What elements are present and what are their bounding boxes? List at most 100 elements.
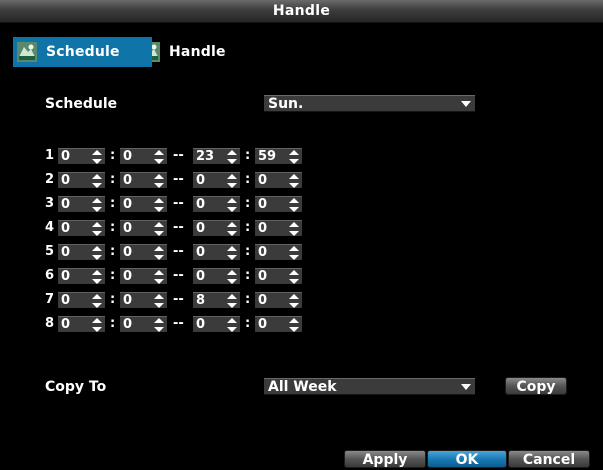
schedule-day-value: Sun. (268, 96, 304, 112)
chevron-down-icon[interactable] (461, 101, 471, 107)
start-hour-spinner[interactable]: 0 (58, 292, 105, 308)
spinner-value: 0 (258, 173, 268, 188)
up-down-arrow-icon[interactable] (227, 246, 237, 260)
time-separator: : (245, 316, 251, 331)
end-hour-spinner[interactable]: 0 (193, 220, 240, 236)
up-down-arrow-icon[interactable] (154, 270, 164, 284)
up-down-arrow-icon[interactable] (227, 174, 237, 188)
end-hour-spinner[interactable]: 0 (193, 172, 240, 188)
end-minute-spinner[interactable]: 0 (255, 316, 302, 332)
chevron-down-icon[interactable] (461, 384, 471, 390)
up-down-arrow-icon[interactable] (92, 174, 102, 188)
time-period-row: 8 0 0 0 0: --: (0, 316, 603, 332)
start-minute-spinner[interactable]: 0 (120, 172, 167, 188)
up-down-arrow-icon[interactable] (92, 246, 102, 260)
end-minute-spinner[interactable]: 0 (255, 292, 302, 308)
start-minute-spinner[interactable]: 0 (120, 244, 167, 260)
up-down-arrow-icon[interactable] (92, 222, 102, 236)
start-hour-spinner[interactable]: 0 (58, 148, 105, 164)
ok-button[interactable]: OK (427, 450, 507, 468)
end-hour-spinner[interactable]: 23 (193, 148, 240, 164)
up-down-arrow-icon[interactable] (289, 246, 299, 260)
end-minute-spinner[interactable]: 0 (255, 268, 302, 284)
range-separator: -- (173, 172, 184, 187)
row-index: 3 (45, 196, 55, 211)
start-minute-spinner[interactable]: 0 (120, 196, 167, 212)
end-minute-spinner[interactable]: 0 (255, 172, 302, 188)
time-separator: : (110, 220, 116, 235)
start-hour-spinner[interactable]: 0 (58, 268, 105, 284)
start-minute-spinner[interactable]: 0 (120, 268, 167, 284)
spinner-value: 0 (196, 269, 206, 284)
up-down-arrow-icon[interactable] (227, 318, 237, 332)
up-down-arrow-icon[interactable] (289, 174, 299, 188)
copy-button[interactable]: Copy (505, 377, 567, 395)
time-separator: : (110, 172, 116, 187)
start-hour-spinner[interactable]: 0 (58, 244, 105, 260)
spinner-value: 0 (258, 269, 268, 284)
row-index: 1 (45, 148, 55, 163)
time-separator: : (245, 292, 251, 307)
up-down-arrow-icon[interactable] (289, 198, 299, 212)
spinner-value: 0 (61, 245, 71, 260)
end-minute-spinner[interactable]: 0 (255, 196, 302, 212)
up-down-arrow-icon[interactable] (154, 174, 164, 188)
range-separator: -- (173, 292, 184, 307)
up-down-arrow-icon[interactable] (92, 150, 102, 164)
up-down-arrow-icon[interactable] (289, 294, 299, 308)
start-minute-spinner[interactable]: 0 (120, 316, 167, 332)
cancel-button[interactable]: Cancel (508, 450, 590, 468)
up-down-arrow-icon[interactable] (92, 318, 102, 332)
start-hour-spinner[interactable]: 0 (58, 172, 105, 188)
end-hour-spinner[interactable]: 8 (193, 292, 240, 308)
end-hour-spinner[interactable]: 0 (193, 316, 240, 332)
up-down-arrow-icon[interactable] (154, 198, 164, 212)
range-separator: -- (173, 268, 184, 283)
start-minute-spinner[interactable]: 0 (120, 148, 167, 164)
tab-schedule[interactable]: Schedule (13, 37, 152, 67)
up-down-arrow-icon[interactable] (289, 270, 299, 284)
row-index: 8 (45, 316, 55, 331)
up-down-arrow-icon[interactable] (289, 318, 299, 332)
end-minute-spinner[interactable]: 59 (255, 148, 302, 164)
up-down-arrow-icon[interactable] (154, 150, 164, 164)
up-down-arrow-icon[interactable] (154, 246, 164, 260)
schedule-day-select[interactable]: Sun. (264, 95, 475, 112)
up-down-arrow-icon[interactable] (92, 270, 102, 284)
up-down-arrow-icon[interactable] (92, 198, 102, 212)
apply-button[interactable]: Apply (344, 450, 426, 468)
up-down-arrow-icon[interactable] (154, 294, 164, 308)
spinner-value: 0 (123, 269, 133, 284)
up-down-arrow-icon[interactable] (289, 150, 299, 164)
up-down-arrow-icon[interactable] (154, 222, 164, 236)
time-separator: : (110, 196, 116, 211)
up-down-arrow-icon[interactable] (154, 318, 164, 332)
end-hour-spinner[interactable]: 0 (193, 268, 240, 284)
up-down-arrow-icon[interactable] (227, 294, 237, 308)
start-minute-spinner[interactable]: 0 (120, 292, 167, 308)
start-hour-spinner[interactable]: 0 (58, 316, 105, 332)
spinner-value: 0 (196, 221, 206, 236)
end-hour-spinner[interactable]: 0 (193, 196, 240, 212)
spinner-value: 0 (123, 317, 133, 332)
start-hour-spinner[interactable]: 0 (58, 220, 105, 236)
up-down-arrow-icon[interactable] (289, 222, 299, 236)
tab-handle[interactable]: Handle (136, 37, 256, 67)
end-minute-spinner[interactable]: 0 (255, 244, 302, 260)
start-minute-spinner[interactable]: 0 (120, 220, 167, 236)
copy-to-select[interactable]: All Week (264, 378, 475, 395)
end-minute-spinner[interactable]: 0 (255, 220, 302, 236)
row-index: 5 (45, 244, 55, 259)
start-hour-spinner[interactable]: 0 (58, 196, 105, 212)
spinner-value: 0 (61, 221, 71, 236)
up-down-arrow-icon[interactable] (227, 198, 237, 212)
spinner-value: 0 (123, 149, 133, 164)
up-down-arrow-icon[interactable] (92, 294, 102, 308)
range-separator: -- (173, 316, 184, 331)
up-down-arrow-icon[interactable] (227, 270, 237, 284)
time-separator: : (110, 292, 116, 307)
time-separator: : (110, 268, 116, 283)
up-down-arrow-icon[interactable] (227, 222, 237, 236)
up-down-arrow-icon[interactable] (227, 150, 237, 164)
end-hour-spinner[interactable]: 0 (193, 244, 240, 260)
